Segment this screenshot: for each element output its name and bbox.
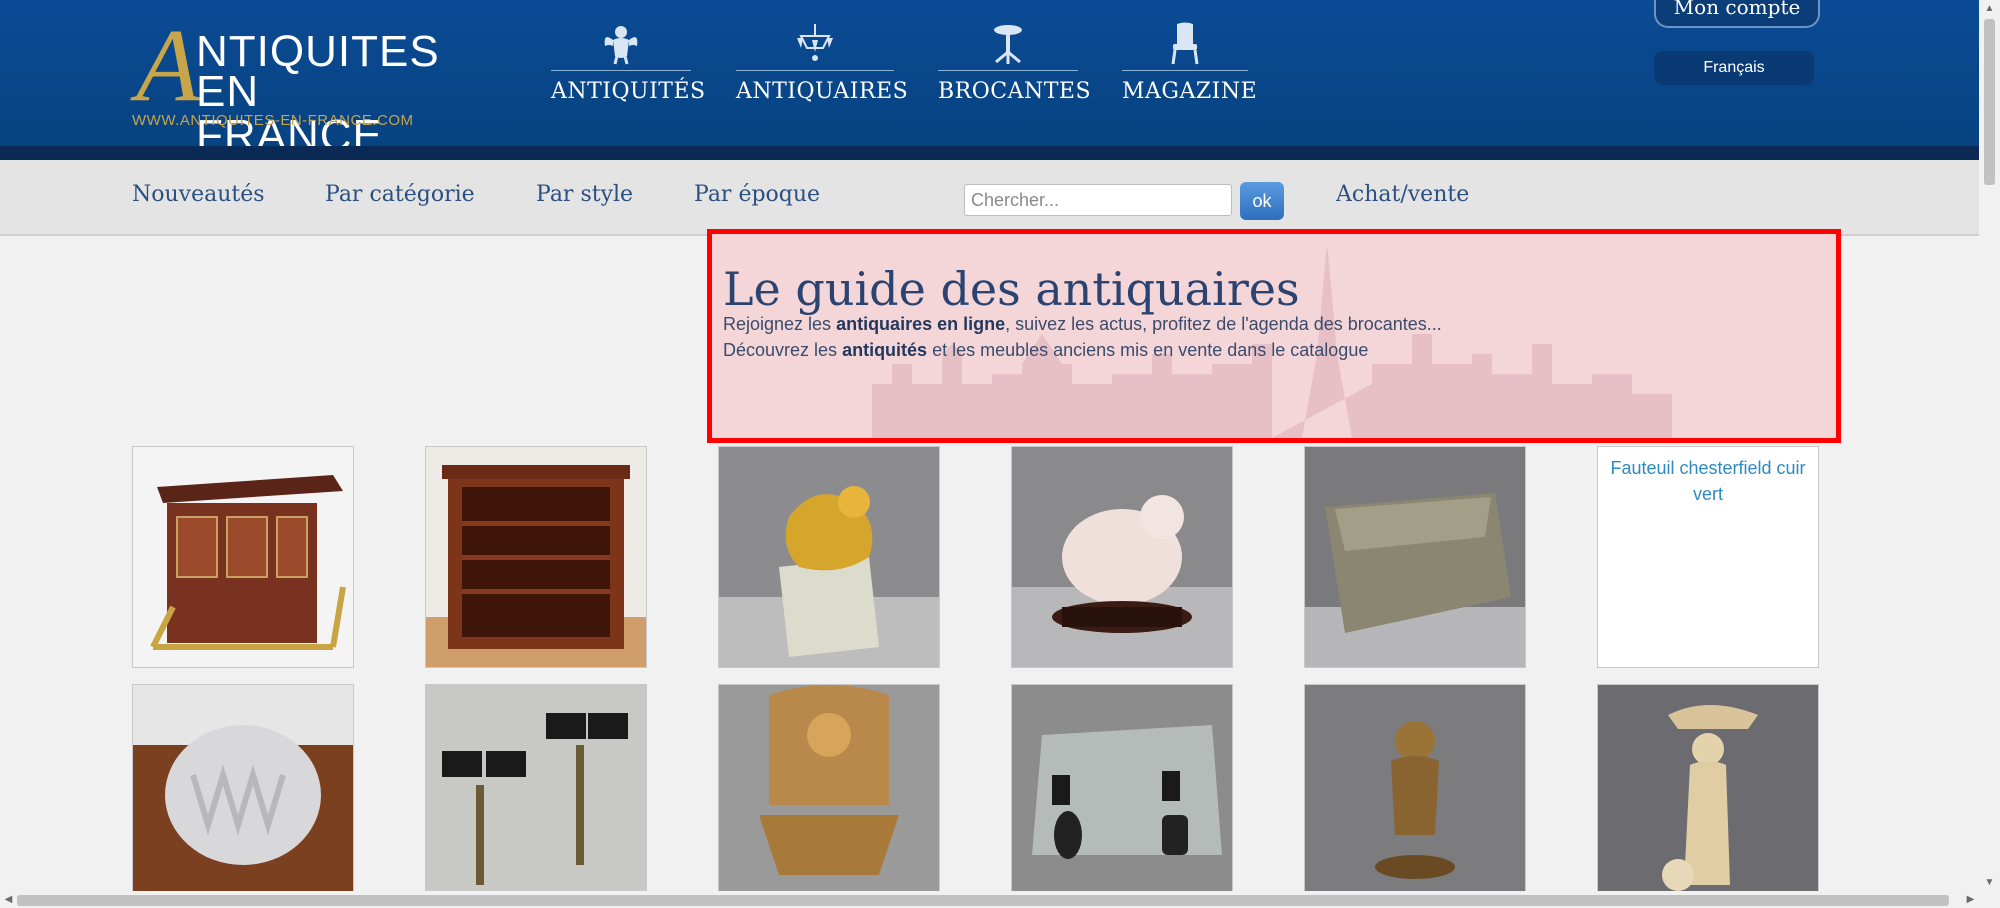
subnav-par-style[interactable]: Par style [536,182,633,207]
bronze-cherub-image [1305,685,1525,895]
secondary-nav: Nouveautés Par catégorie Par style Par é… [0,160,1979,236]
nav-magazine[interactable]: MAGAZINE [1122,22,1258,112]
link-antiquaires-en-ligne[interactable]: antiquaires en ligne [836,314,1005,334]
subnav-achat-vente[interactable]: Achat/vente [1336,182,1469,207]
hero-banner: Le guide des antiquaires Rejoignez les a… [707,229,1841,443]
scroll-down-icon[interactable]: ▼ [1979,874,2000,891]
product-tile[interactable] [425,684,647,895]
nav-antiquites-label: ANTIQUITÉS [551,79,706,104]
stone-trough-image [1305,447,1525,667]
nav-antiquaires-label: ANTIQUAIRES [736,79,909,104]
nav-magazine-label: MAGAZINE [1122,79,1258,104]
subnav-par-epoque[interactable]: Par époque [694,182,820,207]
scroll-up-icon[interactable]: ▲ [1979,0,2000,17]
language-selector[interactable]: Français [1654,51,1814,85]
product-tile[interactable] [1304,684,1526,895]
logo-letter: A [136,8,200,123]
header-divider [0,146,1979,160]
cherub-icon [604,26,638,65]
nav-brocantes-label: BROCANTES [938,79,1092,104]
rose-quartz-sculpture-image [1012,447,1232,667]
bookcase-image [426,447,646,667]
chair-icon [1171,22,1199,65]
product-tile[interactable]: Fauteuil chesterfield cuir vert [1597,446,1819,668]
horizontal-scroll-thumb[interactable] [17,895,1949,906]
horizontal-scrollbar[interactable]: ◀ ▶ [0,891,2000,908]
site-header: A NTIQUITES EN FRANCE WWW.ANTIQUITES-EN-… [0,0,1979,160]
vertical-scroll-thumb[interactable] [1984,19,1995,185]
vertical-scrollbar[interactable]: ▲ ▼ [1979,0,2000,891]
product-tile[interactable] [1011,684,1233,895]
subnav-nouveautes[interactable]: Nouveautés [132,182,265,207]
search-ok-button[interactable]: ok [1240,182,1284,220]
hero-line-2: Découvrez les antiquités et les meubles … [723,340,1369,360]
bar-cabinet-image [133,447,353,667]
account-button[interactable]: Mon compte [1654,0,1820,28]
scroll-right-icon[interactable]: ▶ [1962,891,1979,908]
product-tile[interactable] [132,446,354,668]
hero-title: Le guide des antiquaires [723,262,1300,316]
hero-line-1: Rejoignez les antiquaires en ligne, suiv… [723,314,1442,334]
nav-antiquites[interactable]: ANTIQUITÉS [551,22,706,112]
table-icon [994,25,1022,64]
product-tile[interactable] [132,684,354,895]
product-tile[interactable] [425,446,647,668]
subnav-par-categorie[interactable]: Par catégorie [325,182,475,207]
product-tile[interactable] [1597,684,1819,895]
product-tile[interactable] [718,446,940,668]
chandelier-icon [797,24,833,61]
scroll-left-icon[interactable]: ◀ [0,891,17,908]
product-tile[interactable] [718,684,940,895]
link-antiquites[interactable]: antiquités [842,340,927,360]
nav-antiquaires[interactable]: ANTIQUAIRES [736,22,909,112]
nav-brocantes[interactable]: BROCANTES [938,22,1092,112]
logo-url: WWW.ANTIQUITES-EN-FRANCE.COM [132,112,414,129]
site-logo[interactable]: A NTIQUITES EN FRANCE WWW.ANTIQUITES-EN-… [130,14,440,158]
product-tile[interactable] [1304,446,1526,668]
crystal-vase-image [133,685,353,895]
carved-fountain-image [719,685,939,895]
search-input[interactable] [964,184,1232,216]
gilded-lion-image [719,447,939,667]
glass-table-image [1012,685,1232,895]
product-tile[interactable] [1011,446,1233,668]
ivory-statue-image [1598,685,1818,895]
chesterfield-image-alt: Fauteuil chesterfield cuir vert [1610,458,1806,504]
wall-sconces-image [426,685,646,895]
